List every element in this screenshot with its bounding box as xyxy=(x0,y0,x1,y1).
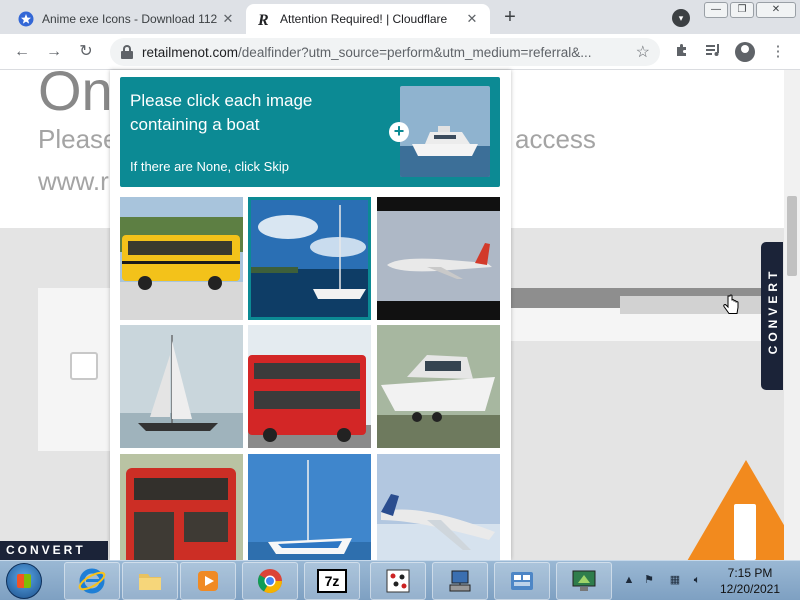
page-heading: On xyxy=(38,70,113,122)
maximize-button[interactable]: ❐ xyxy=(730,2,754,18)
network-tool-icon xyxy=(449,570,471,592)
add-sample-plus-icon: + xyxy=(389,122,409,142)
captcha-tile-red-doubledecker[interactable] xyxy=(248,325,371,448)
taskbar-remote-desktop[interactable] xyxy=(556,562,612,600)
warning-exclamation xyxy=(734,504,756,560)
captcha-tile-motorboat-trailer[interactable] xyxy=(377,325,500,448)
forward-arrow-icon[interactable]: → xyxy=(44,42,64,62)
back-arrow-icon[interactable]: ← xyxy=(12,42,32,62)
taskbar-chrome[interactable] xyxy=(242,562,298,600)
taskbar-internet-explorer[interactable] xyxy=(64,562,120,600)
control-panel-icon xyxy=(511,572,533,590)
taskbar-media-player[interactable] xyxy=(180,562,236,600)
taskbar-network-tool[interactable] xyxy=(432,562,488,600)
clock-date: 12/20/2021 xyxy=(719,582,781,596)
captcha-tile-red-bus[interactable] xyxy=(120,454,243,577)
tab-anime-icons[interactable]: Anime exe Icons - Download 112 ✕ xyxy=(8,4,246,34)
windows-taskbar: 7z ▲ ⚑ ▦ 🔈︎ 7:15 PM 12/20/2021 xyxy=(0,560,800,600)
folder-icon xyxy=(139,574,161,590)
captcha-tile-school-bus[interactable] xyxy=(120,197,243,320)
dotted-app-icon xyxy=(386,569,410,593)
r-logo-icon: R xyxy=(256,11,272,27)
tab-close-icon[interactable]: ✕ xyxy=(220,11,236,27)
taskbar-7zip[interactable]: 7z xyxy=(304,562,360,600)
captcha-tile-sailboat-sea[interactable] xyxy=(248,454,371,577)
show-hidden-icons-arrow[interactable]: ▲ xyxy=(622,573,636,587)
star-badge-icon xyxy=(18,11,34,27)
verify-checkbox[interactable] xyxy=(70,352,98,380)
captcha-prompt: Please click each image containing a boa… xyxy=(130,91,313,134)
page-scrollbar[interactable] xyxy=(784,70,800,560)
tab-search-icon[interactable]: ▾ xyxy=(672,9,690,27)
url-path: /dealfinder?utm_source=perform&utm_mediu… xyxy=(238,44,592,60)
browser-toolbar: ← → ↻ retailmenot.com/dealfinder?utm_sou… xyxy=(0,34,800,70)
chrome-icon xyxy=(257,569,282,594)
taskbar-control-panel[interactable] xyxy=(494,562,550,600)
seven-zip-icon: 7z xyxy=(317,569,347,593)
remote-desktop-icon xyxy=(572,570,596,591)
kebab-menu-icon[interactable]: ⋮ xyxy=(768,42,788,62)
captcha-sample-image xyxy=(400,86,490,177)
extensions-puzzle-icon[interactable] xyxy=(672,42,692,62)
captcha-skip-hint: If there are None, click Skip xyxy=(130,159,289,174)
profile-avatar-icon[interactable] xyxy=(735,42,755,62)
url-host: retailmenot.com xyxy=(142,44,239,60)
page-subtitle-end: access xyxy=(515,124,596,154)
taskbar-dotted-app[interactable] xyxy=(370,562,426,600)
bookmark-star-icon[interactable]: ☆ xyxy=(636,42,650,62)
media-queue-icon[interactable] xyxy=(703,42,723,62)
convert-side-badge[interactable]: CONVERT xyxy=(761,242,783,390)
volume-icon[interactable]: 🔈︎ xyxy=(690,573,704,587)
address-bar[interactable]: retailmenot.com/dealfinder?utm_source=pe… xyxy=(110,38,660,66)
hcaptcha-challenge: Please click each image containing a boa… xyxy=(110,70,511,577)
page-scrollbar-thumb[interactable] xyxy=(787,196,797,276)
tab-close-icon[interactable]: ✕ xyxy=(464,11,480,27)
tab-title: Anime exe Icons - Download 112 xyxy=(42,12,218,26)
minimize-button[interactable]: — xyxy=(704,2,728,18)
tab-cloudflare[interactable]: R Attention Required! | Cloudflare ✕ xyxy=(246,4,490,34)
reload-icon[interactable]: ↻ xyxy=(76,42,96,62)
window-close-button[interactable]: ✕ xyxy=(756,2,796,18)
internet-explorer-icon xyxy=(78,568,106,594)
page-domain-text: www.r xyxy=(38,166,109,196)
tab-title: Attention Required! | Cloudflare xyxy=(280,12,448,26)
clock-time: 7:15 PM xyxy=(727,566,773,580)
convert-side-label: CONVERT xyxy=(766,267,780,355)
page-subtitle: Please xyxy=(38,124,118,154)
url-text[interactable]: retailmenot.com/dealfinder?utm_source=pe… xyxy=(142,45,637,60)
network-status-icon[interactable]: ▦ xyxy=(668,573,682,587)
action-center-flag-icon[interactable]: ⚑ xyxy=(642,573,656,587)
tab-strip: Anime exe Icons - Download 112 ✕ R Atten… xyxy=(0,0,800,34)
new-tab-button[interactable]: + xyxy=(498,6,522,30)
taskbar-clock[interactable]: 7:15 PM 12/20/2021 xyxy=(708,565,792,597)
captcha-tile-airplane-water[interactable] xyxy=(377,454,500,577)
start-button[interactable] xyxy=(6,563,42,599)
captcha-tile-airplane[interactable] xyxy=(377,197,500,320)
captcha-header: Please click each image containing a boa… xyxy=(120,77,500,187)
media-player-icon xyxy=(198,571,218,591)
convert-bottom-badge[interactable]: CONVERT xyxy=(0,541,108,560)
captcha-tile-sailboat[interactable] xyxy=(120,325,243,448)
lock-icon xyxy=(120,44,134,60)
taskbar-file-explorer[interactable] xyxy=(122,562,178,600)
hand-cursor-icon xyxy=(723,294,739,314)
captcha-tile-sailboat-marina[interactable] xyxy=(248,197,371,320)
svg-text:R: R xyxy=(257,12,269,27)
